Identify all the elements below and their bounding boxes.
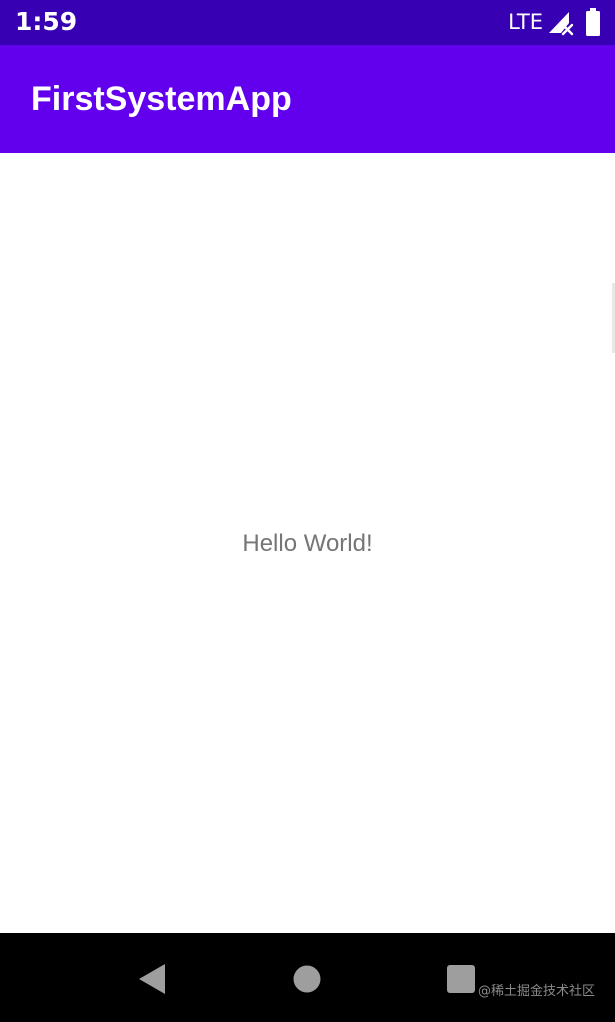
home-icon[interactable] xyxy=(293,965,321,993)
watermark-text: @稀土掘金技术社区 xyxy=(477,984,595,999)
status-time: 1:59 xyxy=(15,7,78,36)
hello-world-text: Hello World! xyxy=(242,530,373,557)
status-bar: 1:59 LTE xyxy=(0,0,615,45)
status-icons: LTE xyxy=(508,8,601,36)
recents-icon[interactable] xyxy=(447,965,475,993)
navigation-bar: @稀土掘金技术社区 xyxy=(0,933,615,1022)
network-type-label: LTE xyxy=(508,10,543,34)
app-title: FirstSystemApp xyxy=(31,80,292,118)
signal-icon xyxy=(549,12,574,36)
app-bar: FirstSystemApp xyxy=(0,45,615,153)
battery-icon xyxy=(586,8,600,36)
back-icon[interactable] xyxy=(138,963,166,995)
app-screen: 1:59 LTE FirstSystemApp Hello World! @稀土… xyxy=(0,0,615,1022)
main-content: Hello World! xyxy=(0,153,615,933)
